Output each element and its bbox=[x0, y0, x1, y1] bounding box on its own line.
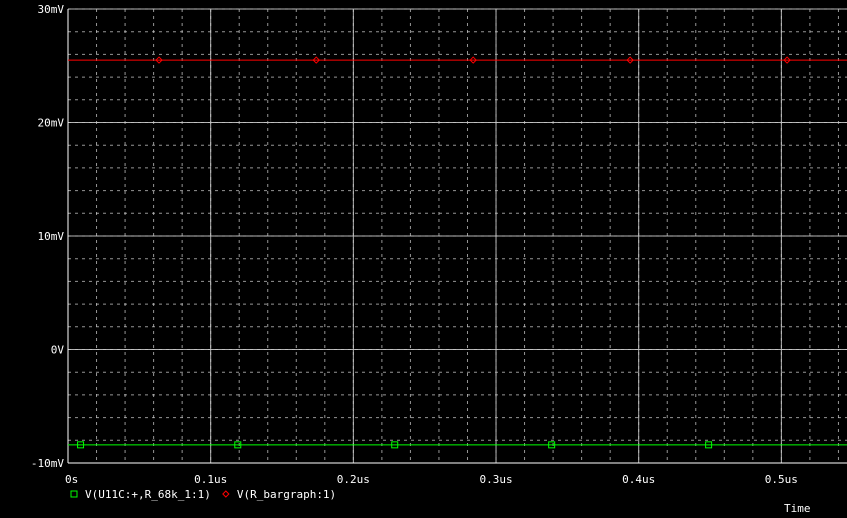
y-tick-label: 20mV bbox=[38, 117, 65, 130]
legend[interactable]: V(U11C:+,R_68k_1:1) V(R_bargraph:1) bbox=[70, 488, 336, 501]
x-tick-label: 0.3us bbox=[479, 473, 512, 486]
probe-plot: -10mV 0V 10mV 20mV 30mV 0s 0.1us 0.2us 0.3us 0.4… bbox=[0, 0, 847, 518]
x-tick-label: 0s bbox=[65, 473, 78, 486]
x-tick-label: 0.2us bbox=[337, 473, 370, 486]
x-tick-label: 0.1us bbox=[194, 473, 227, 486]
x-tick-label: 0.5us bbox=[765, 473, 798, 486]
y-tick-label: 0V bbox=[51, 344, 65, 357]
legend-label: V(R_bargraph:1) bbox=[237, 488, 336, 501]
legend-item[interactable]: V(R_bargraph:1) bbox=[222, 488, 336, 501]
legend-label: V(U11C:+,R_68k_1:1) bbox=[85, 488, 211, 501]
y-tick-label: 10mV bbox=[38, 230, 65, 243]
y-tick-label: 30mV bbox=[38, 3, 65, 16]
y-tick-label: -10mV bbox=[31, 457, 64, 470]
legend-item[interactable]: V(U11C:+,R_68k_1:1) bbox=[70, 488, 211, 501]
x-tick-label: 0.4us bbox=[622, 473, 655, 486]
x-axis-label: Time bbox=[784, 502, 811, 515]
